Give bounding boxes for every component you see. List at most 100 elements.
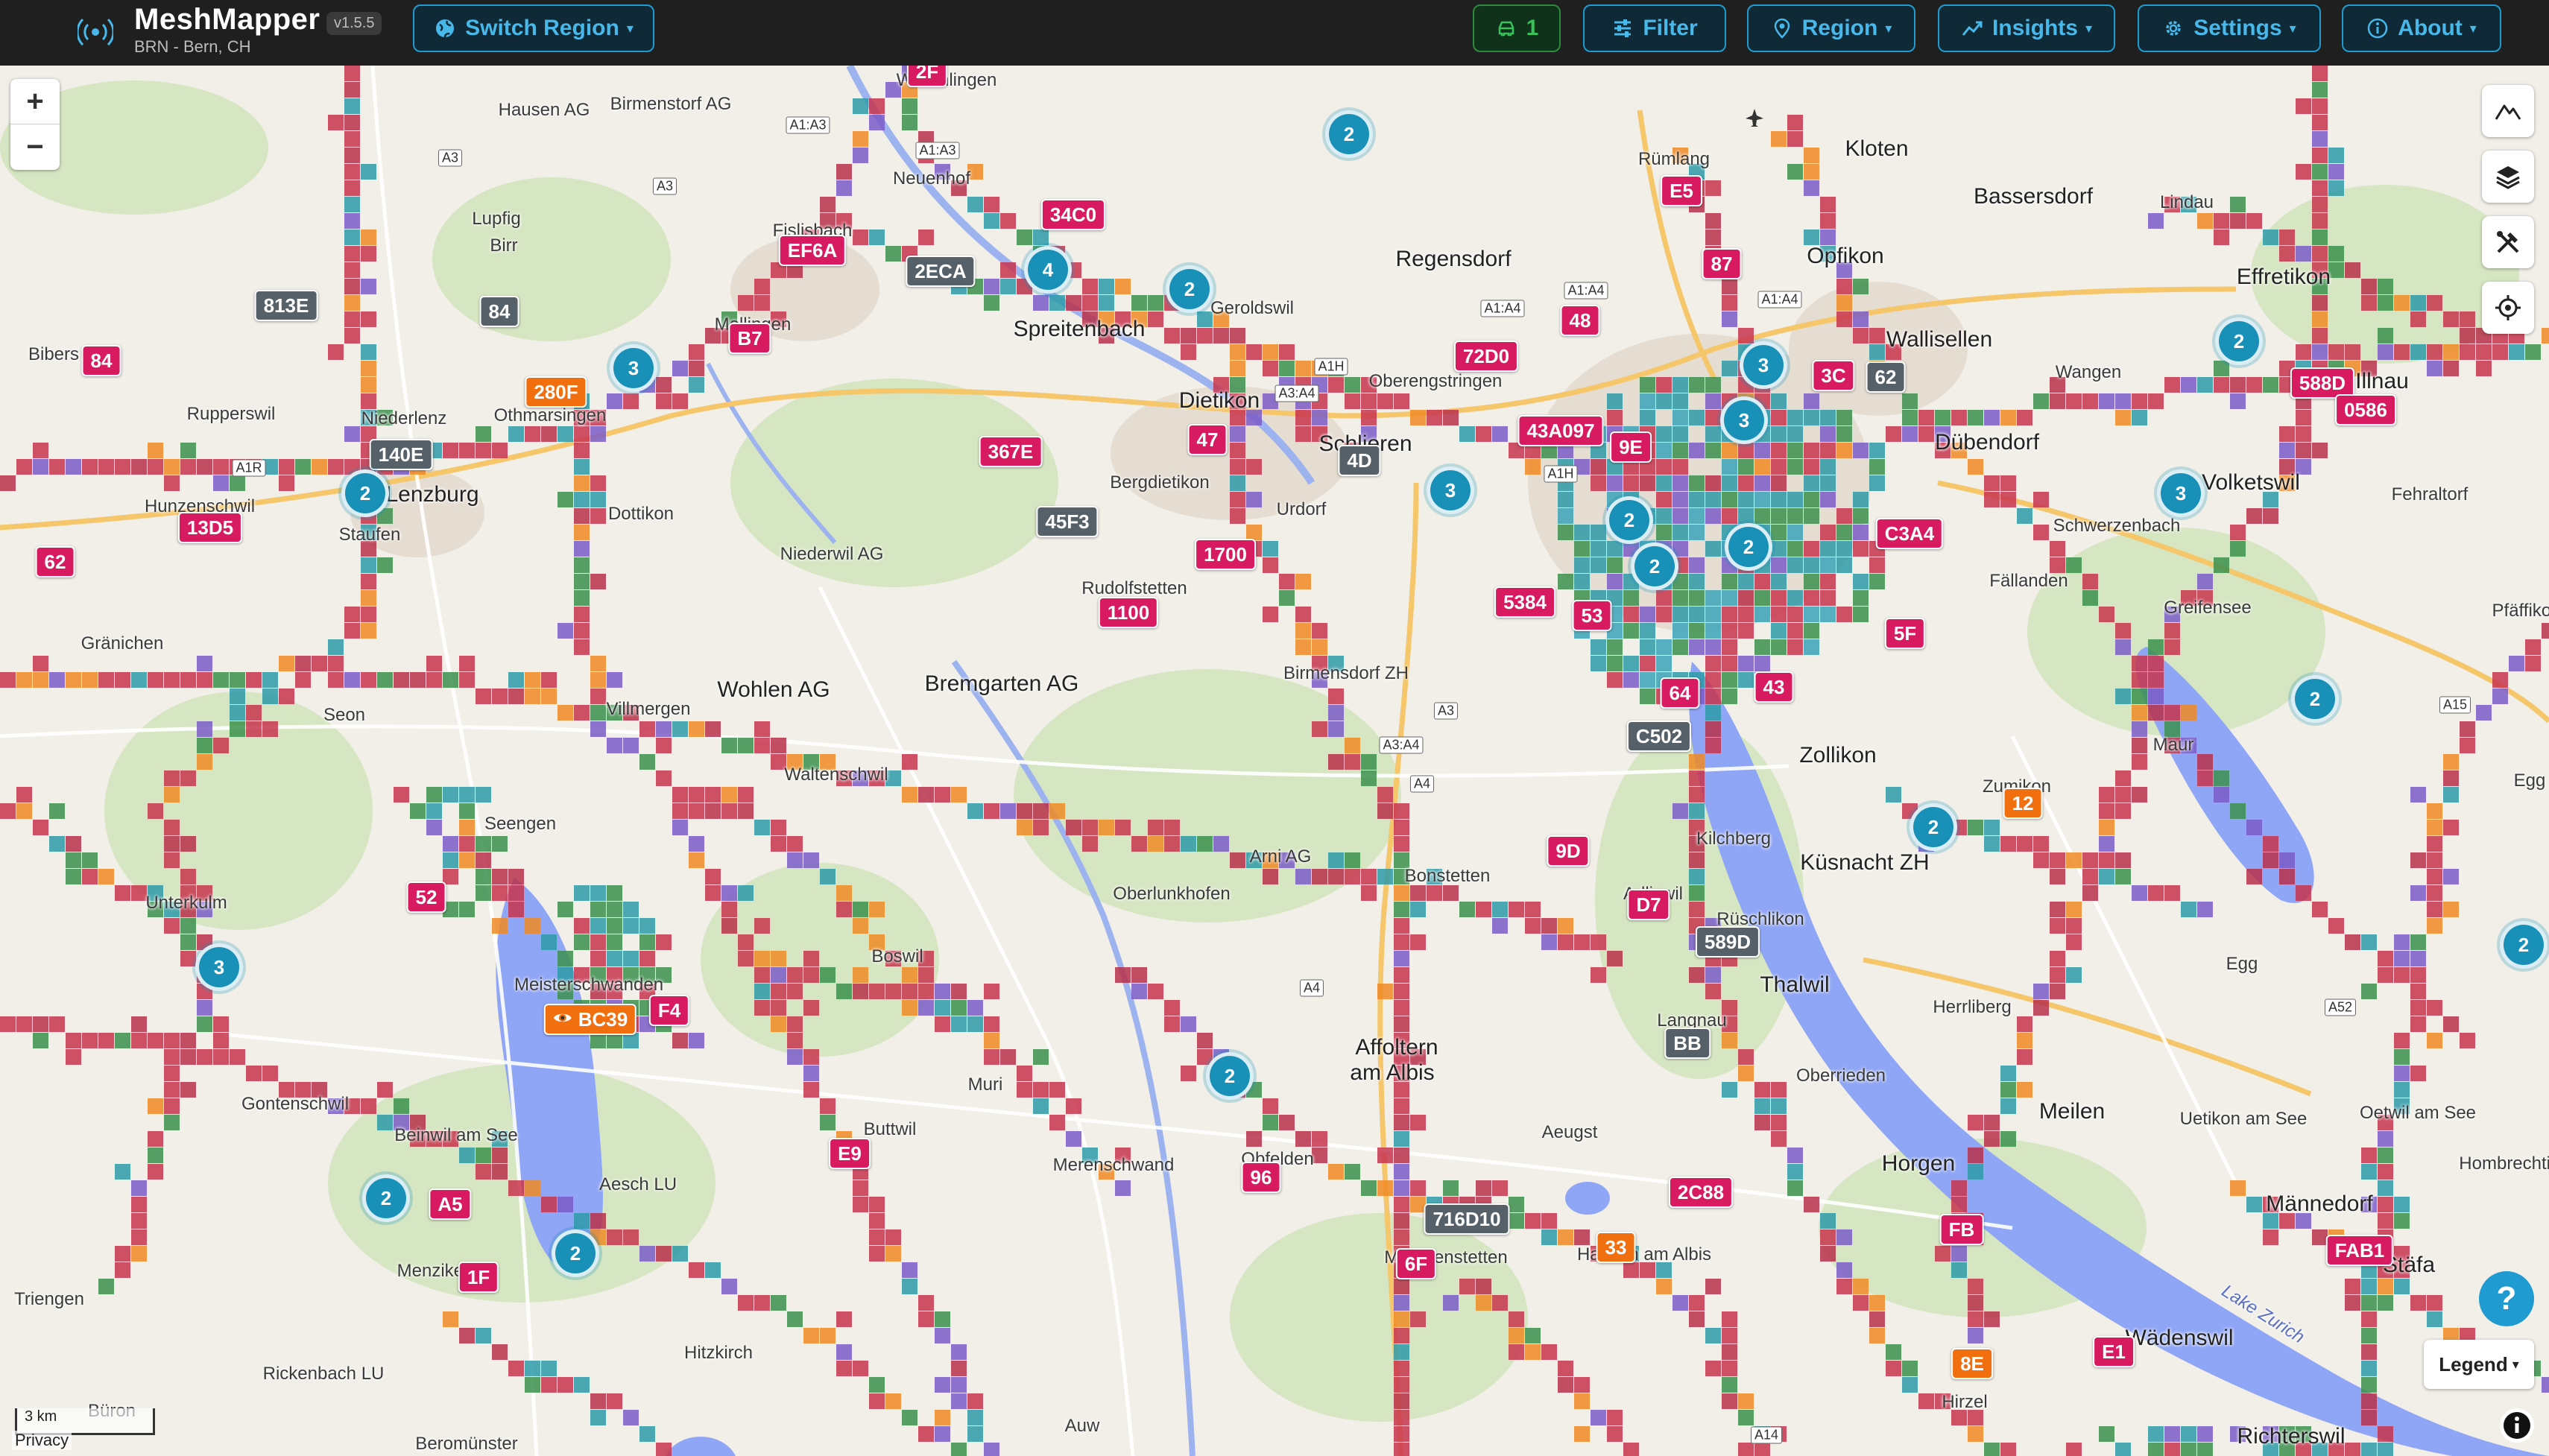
zoom-in-button[interactable]: + [10,79,60,124]
help-button[interactable]: ? [2479,1271,2534,1326]
node-marker[interactable]: 6F [1395,1248,1437,1279]
cluster-marker[interactable]: 2 [1910,803,1957,851]
cluster-marker[interactable]: 3 [610,344,657,392]
settings-button[interactable]: Settings ▾ [2138,4,2321,52]
cluster-marker[interactable]: 2 [2500,921,2548,969]
node-marker[interactable]: 84 [479,296,519,327]
place-label: Bergdietikon [1110,472,1210,493]
node-marker[interactable]: 52 [406,881,446,913]
cluster-marker[interactable]: 3 [195,943,243,991]
node-marker[interactable]: 45F3 [1036,506,1099,537]
node-marker[interactable]: D7 [1627,889,1670,920]
place-label: Urdorf [1276,499,1327,519]
attribution-button[interactable] [2500,1408,2534,1443]
node-marker[interactable]: 96 [1241,1162,1281,1193]
cluster-marker[interactable]: 2 [1725,523,1772,571]
cluster-marker[interactable]: 3 [1720,396,1768,444]
cluster-marker[interactable]: 2 [1631,542,1678,590]
cluster-marker[interactable]: 3 [1427,466,1474,514]
terrain-button[interactable] [2482,85,2534,137]
gear-icon [2166,21,2182,36]
cluster-marker[interactable]: 2 [2291,675,2339,723]
cluster-marker[interactable]: 2 [552,1229,599,1277]
node-marker[interactable]: 87 [1702,248,1742,279]
node-marker[interactable]: 3C [1812,360,1855,391]
cluster-marker[interactable]: 2 [1325,110,1373,158]
cluster-marker[interactable]: 2 [341,469,389,517]
node-marker[interactable]: 84 [81,345,121,376]
node-marker[interactable]: 9E [1610,431,1652,463]
privacy-link[interactable]: Privacy [12,1431,72,1450]
node-marker[interactable]: F4 [648,995,690,1026]
node-marker[interactable]: 8E [1951,1348,1993,1379]
node-marker[interactable]: 62 [35,546,75,577]
cluster-marker[interactable]: 2 [362,1174,410,1222]
node-marker[interactable]: 367E [979,436,1043,467]
node-marker[interactable]: E9 [829,1138,871,1169]
node-marker[interactable]: 2C88 [1668,1177,1734,1208]
node-marker[interactable]: 1100 [1098,597,1159,628]
place-label: Uetikon am See [2179,1109,2308,1129]
cluster-marker[interactable]: 3 [1740,341,1787,389]
app-title: MeshMapper [134,3,320,36]
locate-button[interactable] [2482,282,2534,334]
cluster-marker[interactable]: 4 [1024,246,1072,294]
node-marker[interactable]: 5384 [1494,586,1555,618]
node-marker[interactable]: 280F [525,376,587,408]
node-marker[interactable]: 4D [1338,445,1381,476]
devices-button[interactable]: 1 [1473,4,1561,52]
road-shield: A14 [1750,1426,1783,1444]
node-marker[interactable]: E5 [1661,175,1702,206]
node-marker[interactable]: 47 [1187,424,1228,455]
place-label: Birr [490,235,518,256]
zoom-out-button[interactable]: − [10,124,60,169]
node-marker[interactable]: 5F [1884,618,1926,649]
node-marker[interactable]: 64 [1660,677,1700,709]
node-marker[interactable]: 716D10 [1424,1203,1510,1235]
cluster-marker[interactable]: 2 [1605,496,1653,544]
node-marker[interactable]: 9D [1547,835,1590,867]
node-marker[interactable]: 12 [2003,788,2043,819]
filter-button[interactable]: Filter [1583,4,1726,52]
legend-button[interactable]: Legend ▾ [2424,1340,2534,1389]
about-button[interactable]: About ▾ [2342,4,2501,52]
node-marker[interactable]: EF6A [778,235,847,266]
node-marker[interactable]: B7 [728,323,771,354]
layers-button[interactable] [2482,151,2534,203]
node-marker[interactable]: 34C0 [1040,199,1106,230]
node-marker[interactable]: 813E [254,290,318,321]
node-marker[interactable]: C3A4 [1875,518,1944,549]
node-marker[interactable]: A5 [429,1188,472,1220]
switch-region-button[interactable]: Switch Region ▾ [413,4,654,52]
map-canvas[interactable]: Würenlingen Hausen AG Birmenstorf AG Lup… [0,56,2549,1456]
insights-button[interactable]: Insights ▾ [1938,4,2115,52]
cluster-marker[interactable]: 2 [2215,317,2263,365]
node-marker[interactable]: 62 [1866,361,1906,393]
cluster-marker[interactable]: 2 [1206,1052,1254,1100]
region-button[interactable]: Region ▾ [1747,4,1915,52]
node-marker[interactable]: 43A097 [1517,415,1604,446]
node-marker[interactable]: E1 [2093,1336,2135,1367]
tools-button[interactable] [2482,216,2534,268]
node-marker[interactable]: BB [1664,1028,1711,1059]
node-marker[interactable]: 140E [369,439,433,470]
node-marker[interactable]: 589D [1695,926,1760,958]
node-marker[interactable]: 1F [458,1262,499,1293]
map-base-layer [0,66,2549,1456]
node-marker[interactable]: BC39 [543,1004,637,1035]
node-marker[interactable]: 48 [1560,305,1600,336]
node-marker[interactable]: 43 [1754,671,1794,703]
node-marker[interactable]: 0586 [2335,394,2396,425]
node-marker[interactable]: 53 [1572,600,1612,631]
node-marker[interactable]: C502 [1626,721,1692,752]
node-marker[interactable]: FB [1939,1214,1984,1245]
node-marker[interactable]: 72D0 [1453,341,1519,372]
place-label: Merenschwand [1052,1155,1175,1175]
node-marker[interactable]: FAB1 [2325,1235,2394,1266]
cluster-marker[interactable]: 2 [1166,265,1213,313]
node-marker[interactable]: 33 [1596,1232,1636,1263]
node-marker[interactable]: 2ECA [906,256,976,287]
cluster-marker[interactable]: 3 [2157,469,2205,517]
node-marker[interactable]: 1700 [1195,539,1256,570]
node-marker[interactable]: 13D5 [177,512,243,543]
